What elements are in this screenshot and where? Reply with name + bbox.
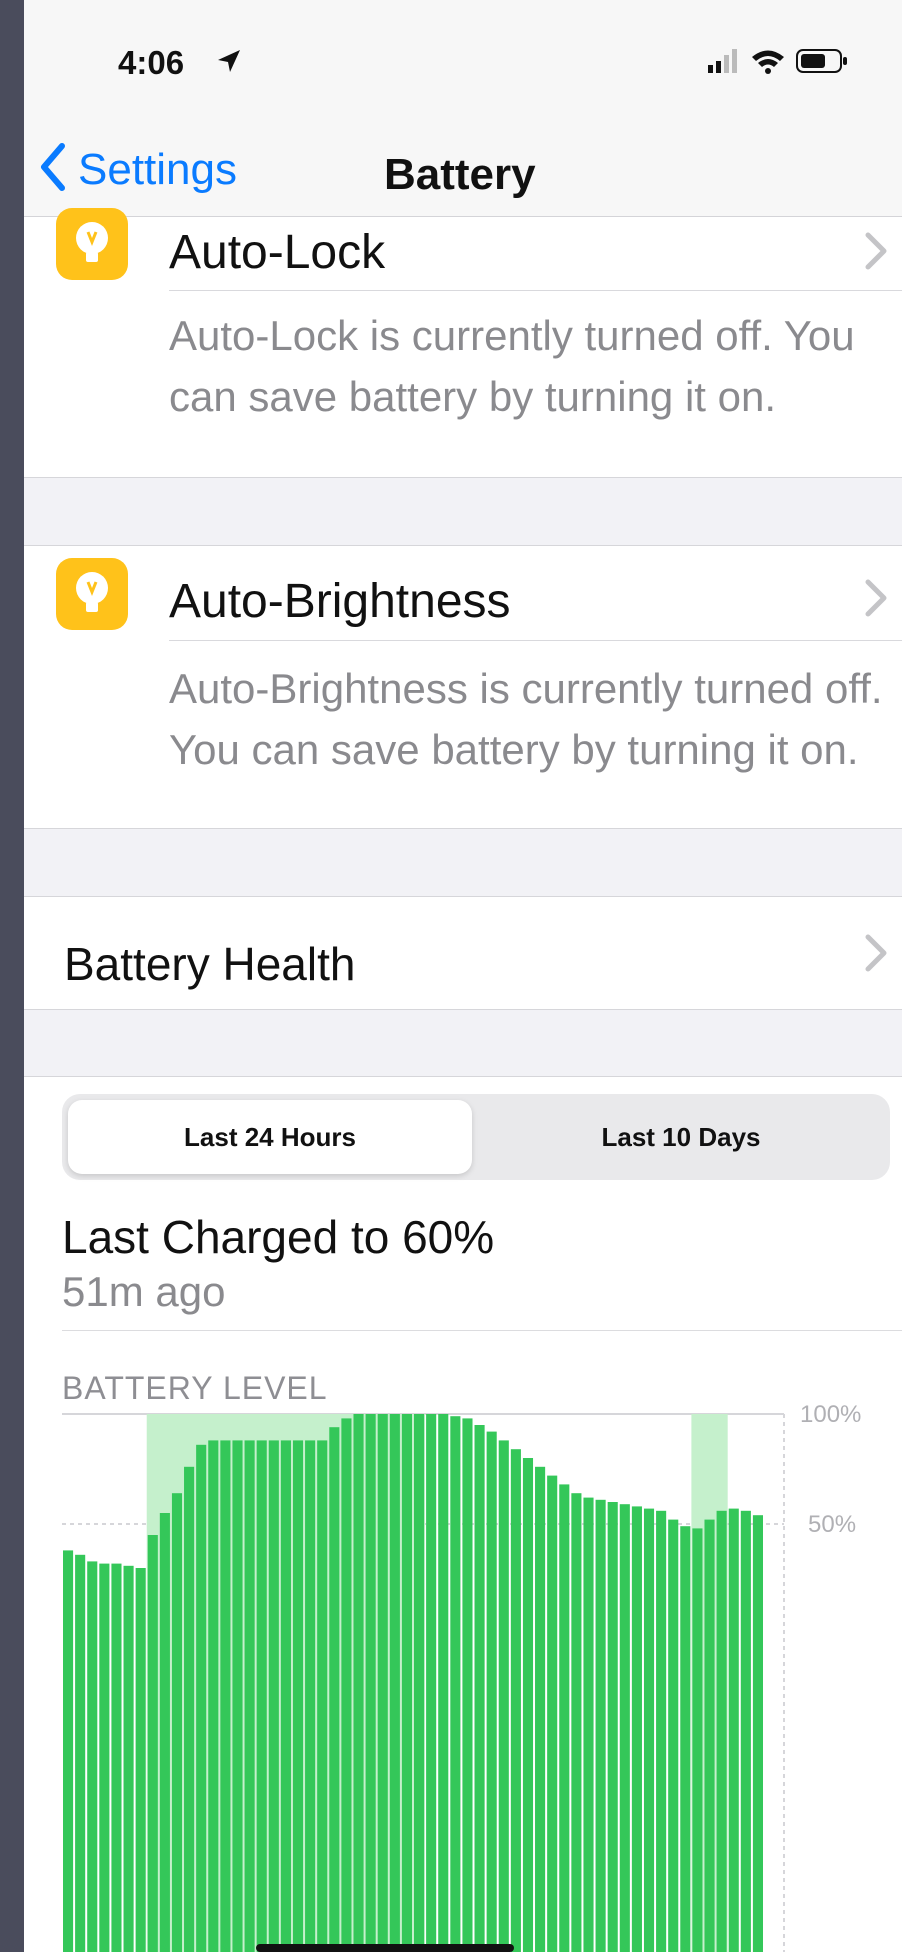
battery-level-bar bbox=[208, 1440, 219, 1952]
battery-level-bar bbox=[595, 1499, 606, 1952]
battery-level-bar bbox=[656, 1510, 667, 1952]
battery-level-bar bbox=[462, 1418, 473, 1952]
divider bbox=[62, 1330, 902, 1331]
battery-level-chart: 100% 50% bbox=[62, 1401, 861, 1952]
suggestion-title: Auto-Brightness bbox=[169, 575, 511, 628]
battery-level-bar bbox=[341, 1418, 352, 1952]
battery-level-bar bbox=[135, 1568, 146, 1952]
y-tick-50: 50% bbox=[808, 1511, 856, 1538]
battery-level-bar bbox=[317, 1440, 328, 1952]
battery-level-bar bbox=[450, 1416, 461, 1952]
battery-level-bar bbox=[389, 1414, 400, 1952]
battery-level-bar bbox=[619, 1504, 630, 1952]
battery-level-bar bbox=[474, 1425, 485, 1952]
battery-icon bbox=[796, 48, 848, 79]
battery-level-bar bbox=[692, 1528, 703, 1952]
suggestion-description: Auto-Lock is currently turned off. You c… bbox=[169, 312, 855, 420]
cellular-signal-icon bbox=[708, 49, 740, 78]
battery-level-bar bbox=[365, 1414, 376, 1952]
battery-level-bar bbox=[401, 1414, 412, 1952]
battery-level-bar bbox=[498, 1440, 509, 1952]
lightbulb-icon bbox=[56, 208, 128, 280]
battery-level-bar bbox=[740, 1510, 751, 1952]
battery-level-bar bbox=[631, 1506, 642, 1952]
settings-screen: 4:06 Settings Battery Auto-Lock Auto-Loc… bbox=[24, 0, 902, 1952]
battery-level-bar bbox=[353, 1414, 364, 1952]
battery-level-bar bbox=[171, 1493, 183, 1952]
battery-level-bar bbox=[159, 1513, 170, 1952]
battery-level-bar bbox=[75, 1554, 86, 1952]
suggestion-card-auto-brightness[interactable]: Auto-Brightness Auto-Brightness is curre… bbox=[24, 545, 902, 829]
battery-level-bar bbox=[583, 1497, 594, 1952]
battery-level-bar bbox=[87, 1561, 98, 1952]
divider bbox=[169, 290, 902, 291]
battery-level-bar bbox=[535, 1466, 546, 1952]
segment-last-10-days[interactable]: Last 10 Days bbox=[478, 1100, 884, 1174]
segment-last-24-hours[interactable]: Last 24 Hours bbox=[68, 1100, 472, 1174]
battery-health-row[interactable]: Battery Health bbox=[24, 896, 902, 1010]
battery-level-bar bbox=[510, 1449, 521, 1952]
battery-level-bar bbox=[63, 1550, 74, 1952]
status-time: 4:06 bbox=[118, 44, 185, 81]
battery-level-bar bbox=[268, 1440, 279, 1952]
battery-level-bar bbox=[244, 1440, 255, 1952]
battery-level-bar bbox=[220, 1440, 231, 1952]
battery-level-bar bbox=[256, 1440, 267, 1952]
battery-level-bar bbox=[752, 1515, 763, 1952]
lightbulb-icon bbox=[56, 558, 128, 630]
time-range-segmented-control: Last 24 Hours Last 10 Days bbox=[62, 1094, 890, 1180]
battery-level-bar bbox=[486, 1431, 497, 1952]
battery-health-label: Battery Health bbox=[64, 938, 356, 990]
chevron-right-icon bbox=[864, 933, 888, 978]
wifi-icon bbox=[750, 48, 786, 79]
battery-level-bar bbox=[123, 1565, 134, 1952]
battery-level-bar bbox=[522, 1458, 534, 1952]
chevron-right-icon bbox=[864, 578, 888, 623]
battery-level-bar bbox=[643, 1508, 655, 1952]
battery-level-bar bbox=[280, 1440, 291, 1952]
battery-level-bar bbox=[680, 1526, 691, 1952]
chevron-right-icon bbox=[864, 231, 888, 276]
last-charged-title: Last Charged to 60% bbox=[62, 1211, 495, 1263]
battery-level-bar bbox=[547, 1475, 558, 1952]
y-tick-100: 100% bbox=[800, 1401, 861, 1428]
battery-level-bar bbox=[292, 1440, 304, 1952]
battery-level-bar bbox=[305, 1440, 316, 1952]
battery-level-bar bbox=[426, 1414, 437, 1952]
battery-level-bar bbox=[232, 1440, 243, 1952]
battery-level-bar bbox=[438, 1414, 449, 1952]
battery-level-bar bbox=[704, 1519, 715, 1952]
battery-level-bar bbox=[559, 1484, 570, 1952]
suggestion-title: Auto-Lock bbox=[169, 226, 386, 279]
battery-level-bar bbox=[147, 1535, 158, 1952]
location-arrow-icon bbox=[214, 46, 244, 81]
battery-level-bar bbox=[329, 1427, 340, 1952]
status-bar: 4:06 bbox=[24, 0, 902, 120]
battery-level-bar bbox=[607, 1502, 618, 1952]
battery-level-bar bbox=[111, 1563, 122, 1952]
battery-level-bar bbox=[99, 1563, 110, 1952]
battery-level-bar bbox=[184, 1466, 195, 1952]
suggestion-description: Auto-Brightness is currently turned off.… bbox=[169, 665, 883, 773]
divider bbox=[169, 640, 902, 641]
battery-level-bar bbox=[377, 1414, 388, 1952]
suggestion-card-auto-lock[interactable]: Auto-Lock Auto-Lock is currently turned … bbox=[24, 208, 902, 478]
home-indicator bbox=[256, 1944, 514, 1952]
status-icons bbox=[708, 48, 848, 79]
battery-level-bar bbox=[414, 1414, 425, 1952]
battery-level-bar bbox=[571, 1493, 582, 1952]
last-charged-time: 51m ago bbox=[62, 1268, 226, 1315]
battery-level-bar bbox=[196, 1444, 207, 1952]
battery-level-bar bbox=[716, 1510, 727, 1952]
battery-level-bar bbox=[728, 1508, 739, 1952]
battery-level-bar bbox=[668, 1519, 679, 1952]
